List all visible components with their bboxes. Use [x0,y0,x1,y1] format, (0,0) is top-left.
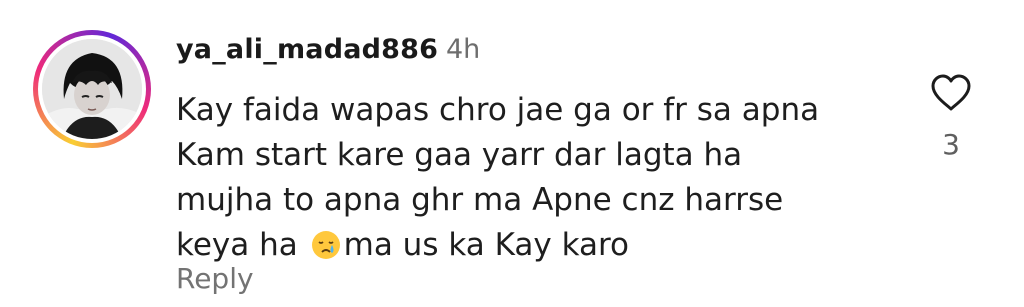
username-link[interactable]: ya_ali_madad886 [176,34,438,65]
comment-line: Kay faida wapas chro jae ga or fr sa apn… [176,92,820,128]
timestamp: 4h [446,34,481,65]
heart-outline-icon[interactable] [930,74,972,116]
avatar-image [42,39,142,139]
like-control: 3 [924,72,978,164]
avatar[interactable] [42,39,142,139]
reply-button[interactable]: Reply [176,262,254,295]
crying-face-emoji-icon [310,229,342,274]
comment-item: ya_ali_madad886 4h Kay faida wapas chro … [0,0,1024,307]
story-ring[interactable] [33,30,151,148]
comment-line-segment: keya ha [176,227,298,263]
comment-line: mujha to apna ghr ma Apne cnz harrse [176,182,784,218]
comment-line-with-emoji: keya ha ma us ka Kay karo [176,223,896,274]
comment-line-segment: ma us ka Kay karo [343,227,629,263]
comment-line: Kam start kare gaa yarr dar lagta ha [176,137,743,173]
comment-text: Kay faida wapas chro jae ga or fr sa apn… [176,88,896,274]
like-count: 3 [942,128,960,161]
